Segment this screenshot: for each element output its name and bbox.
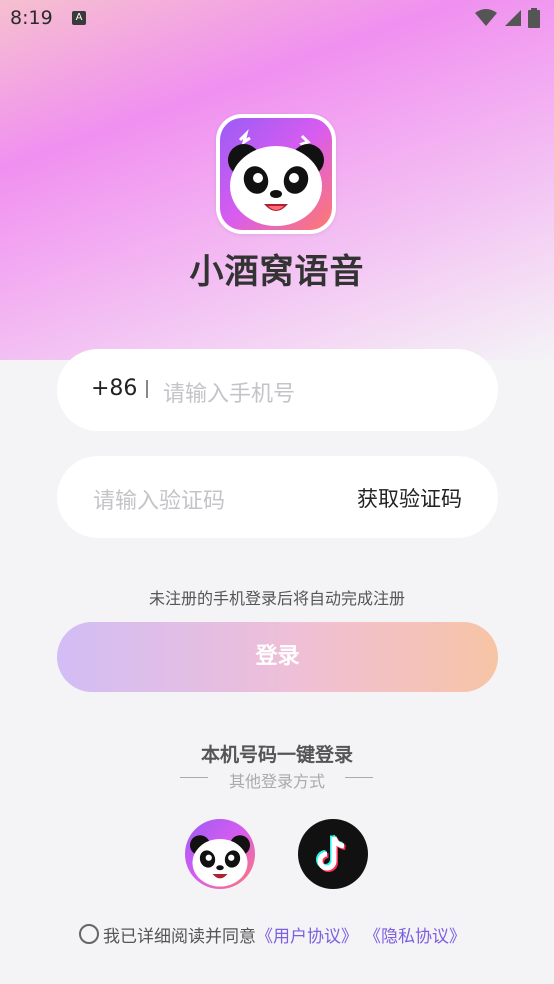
status-time: 8:19 <box>10 7 53 29</box>
phone-input[interactable]: 请输入手机号 <box>163 376 295 408</box>
agreement-row: 我已详细阅读并同意 《用户协议》 《隐私协议》 <box>79 922 466 947</box>
field-divider <box>146 380 148 398</box>
user-agreement-link[interactable]: 《用户协议》 <box>256 922 358 947</box>
login-button[interactable]: 登录 <box>57 622 498 692</box>
agree-radio[interactable] <box>79 924 99 944</box>
signal-icon <box>505 10 521 26</box>
one-click-login-link[interactable]: 本机号码一键登录 <box>0 740 554 767</box>
country-code[interactable]: +86 <box>91 376 137 401</box>
register-hint: 未注册的手机登录后将自动完成注册 <box>148 589 405 608</box>
phone-field[interactable]: +86 请输入手机号 <box>57 349 498 431</box>
privacy-agreement-link[interactable]: 《隐私协议》 <box>364 922 466 947</box>
status-bar: 8:19 A <box>0 0 554 36</box>
verification-code-field[interactable]: 请输入验证码 获取验证码 <box>57 456 498 538</box>
agreement-prefix: 我已详细阅读并同意 <box>103 926 256 947</box>
app-name: 小酒窝语音 <box>189 252 365 292</box>
app-logo <box>216 114 336 234</box>
wifi-icon <box>475 9 497 26</box>
status-icons <box>474 8 540 28</box>
code-input[interactable]: 请输入验证码 <box>93 483 225 515</box>
notification-icon: A <box>72 11 86 25</box>
divider-line-right <box>345 777 373 778</box>
panda-icon <box>190 835 250 887</box>
other-login-divider: 其他登录方式 <box>0 768 554 791</box>
panda-icon <box>228 129 324 226</box>
other-login-label: 其他登录方式 <box>228 772 325 791</box>
panda-app-login-button[interactable] <box>185 819 255 889</box>
battery-icon <box>528 8 540 28</box>
tiktok-login-button[interactable] <box>298 819 368 889</box>
tiktok-icon <box>316 834 346 872</box>
get-code-button[interactable]: 获取验证码 <box>357 483 462 513</box>
